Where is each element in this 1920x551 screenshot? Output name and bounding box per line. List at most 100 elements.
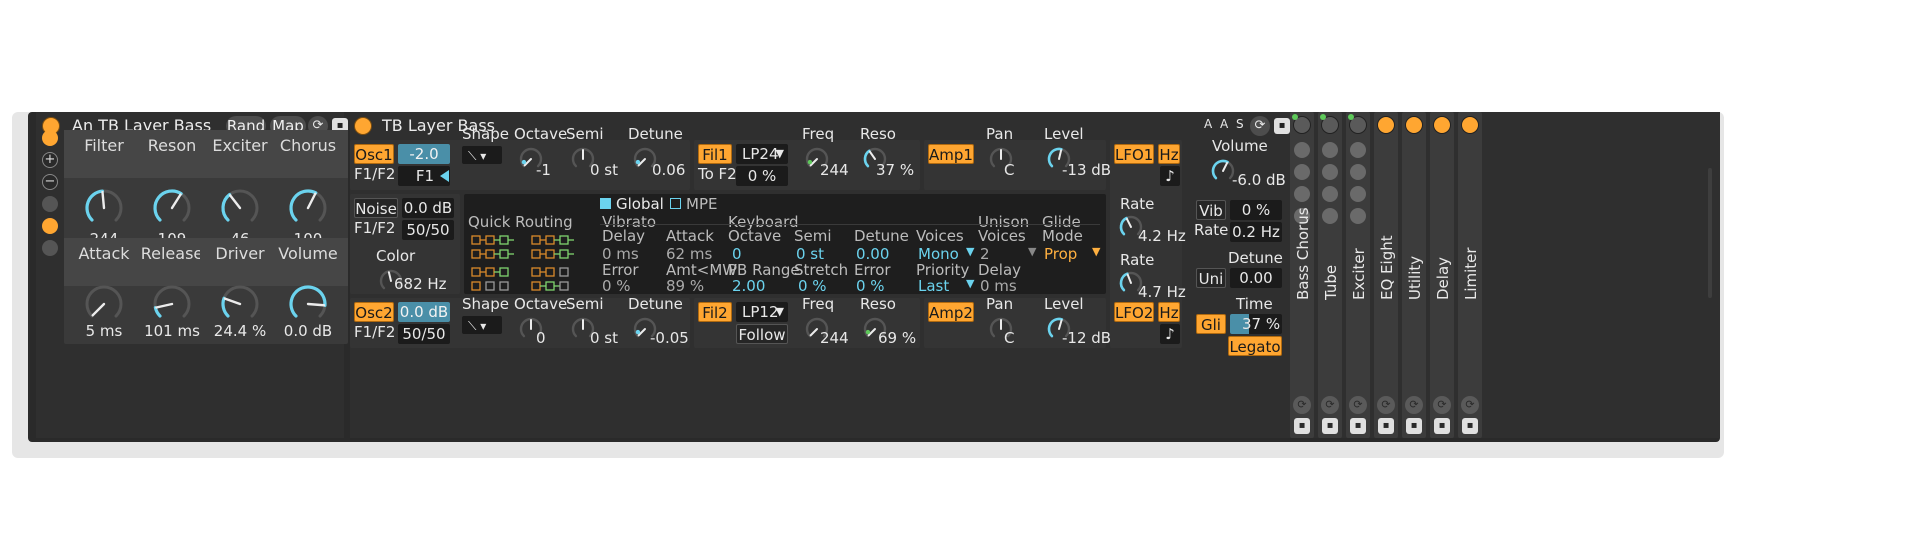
save-preset-icon[interactable]: ▪ — [1322, 418, 1338, 434]
device-power-button[interactable] — [1461, 116, 1479, 134]
voices-dropdown-icon[interactable]: ▼ — [966, 245, 974, 259]
empty-drop-area[interactable] — [1486, 112, 1720, 438]
amp1-toggle[interactable]: Amp1 — [928, 144, 974, 164]
global-rate-value[interactable]: 0.2 Hz — [1230, 222, 1282, 242]
device-strip-tube[interactable]: Tube ⟳ ▪ — [1318, 112, 1342, 438]
hot-swap-icon[interactable]: ⟳ — [1461, 396, 1479, 414]
add-macro-icon[interactable]: + — [42, 152, 58, 168]
hot-swap-icon[interactable]: ⟳ — [1405, 396, 1423, 414]
osc2-shape-select[interactable]: ⟍ ▾ — [462, 316, 502, 334]
knob[interactable] — [152, 188, 192, 228]
knob[interactable] — [220, 284, 260, 324]
save-preset-icon[interactable]: ▪ — [1378, 418, 1394, 434]
quick-routing-grid[interactable] — [470, 234, 594, 294]
knob[interactable] — [288, 188, 328, 228]
chain-icon[interactable] — [1350, 186, 1366, 202]
fil1-type-select[interactable]: LP24 ▼ — [736, 144, 788, 164]
lfo2-toggle[interactable]: LFO2 — [1114, 302, 1154, 322]
macro-icon[interactable] — [1350, 142, 1366, 158]
hot-swap-icon[interactable]: ⟳ — [1433, 396, 1451, 414]
unison-dropdown-icon[interactable]: ▼ — [1028, 245, 1036, 259]
knob[interactable] — [220, 188, 260, 228]
chain-icon[interactable] — [1294, 186, 1310, 202]
chain-icon[interactable] — [1322, 186, 1338, 202]
save-preset-icon[interactable]: ▪ — [1462, 418, 1478, 434]
uni-button[interactable]: Uni — [1196, 268, 1226, 288]
snapshot-icon[interactable] — [1350, 208, 1366, 224]
save-preset-icon[interactable]: ▪ — [1406, 418, 1422, 434]
priority-dropdown-icon[interactable]: ▼ — [966, 277, 974, 291]
fil2-toggle[interactable]: Fil2 — [698, 302, 732, 322]
gli-time-value[interactable]: 37 % — [1230, 314, 1282, 334]
priority-value[interactable]: Last — [918, 277, 949, 295]
keyboard-pb-value[interactable]: 2.00 — [732, 277, 765, 295]
lfo1-hz-toggle[interactable]: Hz — [1158, 144, 1180, 164]
fil2-follow-button[interactable]: Follow — [736, 324, 788, 344]
global-tab-indicator[interactable] — [600, 198, 611, 209]
vib-button[interactable]: Vib — [1196, 200, 1226, 220]
unison-delay-value[interactable]: 0 ms — [980, 277, 1017, 295]
device-strip-bass-chorus[interactable]: Bass Chorus ⟳ ▪ — [1290, 112, 1314, 438]
add-icon[interactable] — [1294, 164, 1310, 180]
fil2-type-select[interactable]: LP12 ▼ — [736, 302, 788, 322]
legato-toggle[interactable]: Legato — [1228, 336, 1282, 356]
snapshot-icon[interactable] — [1322, 208, 1338, 224]
save-preset-icon[interactable]: ▪ — [1274, 118, 1290, 134]
noise-level[interactable]: 0.0 dB — [402, 198, 454, 218]
global-tab[interactable]: Global — [616, 195, 664, 213]
device-power-button[interactable] — [1377, 116, 1395, 134]
snapshot-icon[interactable] — [42, 196, 58, 212]
glide-mode-value[interactable]: Prop — [1044, 245, 1077, 263]
save-preset-icon[interactable]: ▪ — [1294, 418, 1310, 434]
macro-icon[interactable] — [1294, 142, 1310, 158]
add-icon[interactable] — [1350, 164, 1366, 180]
device-power-button[interactable] — [354, 117, 372, 135]
gli-toggle[interactable]: Gli — [1196, 314, 1226, 334]
save-preset-icon[interactable]: ▪ — [1350, 418, 1366, 434]
device-strip-limiter[interactable]: Limiter ⟳ ▪ — [1458, 112, 1482, 438]
hot-swap-icon[interactable]: ⟳ — [1293, 396, 1311, 414]
device-strip-delay[interactable]: Delay ⟳ ▪ — [1430, 112, 1454, 438]
mpe-tab-indicator[interactable] — [670, 198, 681, 209]
glide-dropdown-icon[interactable]: ▼ — [1092, 245, 1100, 259]
lfo2-sync-note-icon[interactable]: ♪ — [1160, 324, 1180, 344]
device-power-button[interactable] — [1405, 116, 1423, 134]
hot-swap-icon[interactable]: ⟳ — [1321, 396, 1339, 414]
osc2-f1f2-value[interactable]: 50/50 — [398, 324, 450, 344]
vibrato-amt-value[interactable]: 89 % — [666, 277, 704, 295]
lfo1-sync-note-icon[interactable]: ♪ — [1160, 166, 1180, 186]
osc2-level[interactable]: 0.0 dB — [398, 302, 450, 322]
remove-macro-icon[interactable]: − — [42, 174, 58, 190]
amp2-toggle[interactable]: Amp2 — [928, 302, 974, 322]
hot-swap-icon[interactable]: ⟳ — [1377, 396, 1395, 414]
macro-icon[interactable] — [1322, 142, 1338, 158]
mapping-list-icon[interactable] — [42, 240, 58, 256]
fil1-toggle[interactable]: Fil1 — [698, 144, 732, 164]
macro-view-icon[interactable] — [42, 130, 58, 146]
device-strip-exciter[interactable]: Exciter ⟳ ▪ — [1346, 112, 1370, 438]
osc1-level[interactable]: -2.0 dB — [398, 144, 450, 183]
keyboard-stretch-value[interactable]: 0 % — [798, 277, 827, 295]
knob[interactable] — [288, 284, 328, 324]
save-preset-icon[interactable]: ▪ — [1434, 418, 1450, 434]
vibrato-error-value[interactable]: 0 % — [602, 277, 631, 295]
fil1-tof2-value[interactable]: 0 % — [736, 166, 788, 186]
osc2-toggle[interactable]: Osc2 — [354, 302, 394, 322]
lfo1-toggle[interactable]: LFO1 — [1114, 144, 1154, 164]
lfo2-hz-toggle[interactable]: Hz — [1158, 302, 1180, 322]
hot-swap-icon[interactable]: ⟳ — [1349, 396, 1367, 414]
scrollbar[interactable] — [1708, 168, 1712, 298]
knob[interactable] — [84, 188, 124, 228]
vib-value[interactable]: 0 % — [1230, 200, 1282, 220]
knob[interactable] — [84, 284, 124, 324]
add-icon[interactable] — [1322, 164, 1338, 180]
chain-list-icon[interactable] — [42, 218, 58, 234]
device-strip-eq-eight[interactable]: EQ Eight ⟳ ▪ — [1374, 112, 1398, 438]
uni-detune-value[interactable]: 0.00 — [1230, 268, 1282, 288]
osc1-toggle[interactable]: Osc1 — [354, 144, 394, 164]
device-strip-utility[interactable]: Utility ⟳ ▪ — [1402, 112, 1426, 438]
mpe-tab[interactable]: MPE — [686, 195, 717, 213]
noise-f1f2-value[interactable]: 50/50 — [402, 220, 454, 240]
device-power-button[interactable] — [1433, 116, 1451, 134]
osc1-shape-select[interactable]: ⟍ ▾ — [462, 146, 502, 164]
